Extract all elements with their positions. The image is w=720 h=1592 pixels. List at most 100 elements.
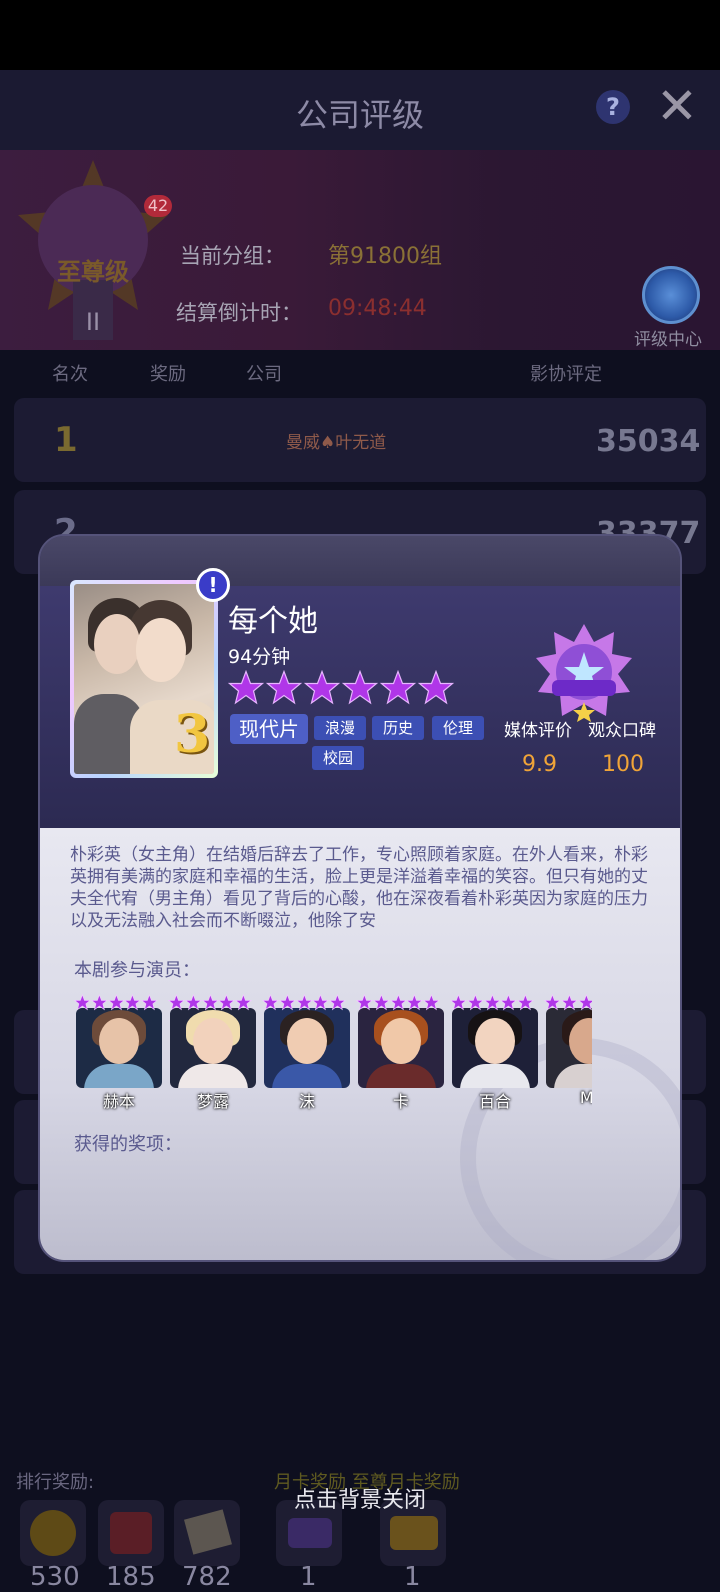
drama-synopsis[interactable]: 朴彩英（女主角）在结婚后辞去了工作，专心照顾着家庭。在外人看来，朴彩英拥有美满的…	[70, 844, 662, 930]
row-company-name: 曼威♠叶无道	[286, 433, 387, 453]
cast-star-rating	[356, 994, 440, 1012]
rank-badge-icon: 至尊级 II	[18, 160, 168, 340]
star-icon	[141, 994, 158, 1011]
reward-count: 782	[182, 1562, 232, 1592]
modal-body: 朴彩英（女主角）在结婚后辞去了工作，专心照顾着家庭。在外人看来，朴彩英拥有美满的…	[40, 828, 680, 1260]
star-icon	[423, 994, 440, 1011]
star-icon	[304, 670, 340, 705]
col-influence: 影协评定	[530, 364, 602, 385]
rank-tier: 至尊级	[57, 258, 129, 286]
table-row[interactable]: 1 曼威♠叶无道 35034	[14, 398, 706, 482]
cast-member-name: 百合	[478, 1092, 511, 1111]
cast-portrait	[452, 1008, 538, 1088]
star-icon	[266, 670, 302, 705]
star-icon	[107, 994, 125, 1011]
star-icon	[262, 994, 279, 1011]
cast-member-name: 卡	[392, 1092, 409, 1111]
alert-icon[interactable]: !	[196, 568, 230, 602]
star-icon	[184, 994, 202, 1011]
help-button[interactable]: ?	[596, 90, 630, 124]
cast-member-card[interactable]: 百合	[450, 994, 538, 1111]
cast-member-card[interactable]: 赫本	[74, 994, 162, 1111]
cast-member-name: 赫本	[102, 1092, 135, 1111]
genre-tag: 浪漫	[314, 716, 366, 740]
star-icon	[295, 994, 313, 1011]
drama-detail-modal: 3 ! 每个她 94分钟 现代片 浪漫 历史 伦理 校园 媒体评价 观众口碑 9…	[38, 534, 682, 1262]
audience-score-label: 观众口碑	[588, 721, 656, 741]
star-icon	[168, 994, 185, 1011]
star-icon	[500, 994, 518, 1011]
cast-member-name: Mi	[546, 1088, 592, 1107]
audience-score-value: 100	[602, 752, 644, 777]
col-rank: 名次	[52, 364, 88, 385]
rank-level: II	[86, 308, 100, 336]
cast-member-name: 沫	[298, 1092, 315, 1111]
cast-member-name: 梦露	[196, 1092, 229, 1111]
star-icon	[356, 994, 373, 1011]
drama-poster[interactable]: 3	[70, 580, 218, 778]
cast-star-rating	[74, 994, 158, 1012]
cast-member-card[interactable]: Mi	[544, 994, 592, 1107]
cast-label: 本剧参与演员：	[74, 960, 200, 981]
countdown-label: 结算倒计时：	[176, 301, 302, 325]
group-label: 当前分组：	[180, 244, 285, 268]
star-icon	[278, 994, 296, 1011]
award-emblem-icon	[536, 624, 632, 722]
modal-header	[40, 536, 680, 586]
star-icon	[235, 994, 252, 1011]
close-button[interactable]: ✕	[656, 80, 704, 132]
cast-portrait	[264, 1008, 350, 1088]
rating-center-icon[interactable]	[642, 266, 700, 324]
cast-member-card[interactable]: 沫	[262, 994, 350, 1111]
rating-center-label[interactable]: 评级中心	[634, 325, 702, 350]
star-icon	[544, 994, 561, 1011]
close-hint[interactable]: 点击背景关闭	[0, 1482, 720, 1514]
cast-portrait	[76, 1008, 162, 1088]
reward-count: 1	[404, 1562, 421, 1592]
star-icon	[124, 994, 142, 1011]
poster-number: 3	[174, 704, 211, 765]
star-icon	[577, 994, 592, 1011]
star-icon	[389, 994, 407, 1011]
cast-star-rating	[544, 994, 592, 1012]
row-rank: 1	[54, 420, 78, 460]
star-icon	[380, 670, 416, 705]
cast-portrait	[546, 1008, 592, 1088]
cast-star-rating	[450, 994, 534, 1012]
star-icon	[466, 994, 484, 1011]
status-bar	[0, 0, 720, 70]
rank-badge-count: 42	[144, 195, 172, 217]
star-icon	[560, 994, 578, 1011]
genre-badge: 现代片	[230, 714, 308, 744]
drama-duration: 94分钟	[228, 646, 291, 668]
star-icon	[312, 994, 330, 1011]
reward-count: 185	[106, 1562, 156, 1592]
cast-list[interactable]: 赫本 梦露 沫 卡 百合 Mi	[74, 994, 592, 1114]
reward-count: 1	[300, 1562, 317, 1592]
row-score: 35034	[596, 424, 701, 459]
genre-tag: 校园	[312, 746, 364, 770]
group-value: 第91800组	[328, 244, 442, 269]
star-icon	[329, 994, 346, 1011]
top-bar: 公司评级 ? ✕	[0, 70, 720, 150]
cast-star-rating	[262, 994, 346, 1012]
star-icon	[342, 670, 378, 705]
reward-count: 530	[30, 1562, 80, 1592]
media-score-label: 媒体评价	[504, 721, 572, 741]
cast-portrait	[358, 1008, 444, 1088]
star-icon	[406, 994, 424, 1011]
cast-portrait	[170, 1008, 256, 1088]
star-icon	[483, 994, 501, 1011]
col-reward: 奖励	[150, 364, 186, 385]
star-icon	[90, 994, 108, 1011]
star-icon	[201, 994, 219, 1011]
drama-star-rating	[228, 670, 454, 706]
drama-title: 每个她	[228, 604, 318, 639]
cast-member-card[interactable]: 梦露	[168, 994, 256, 1111]
star-icon	[228, 670, 264, 705]
star-icon	[517, 994, 534, 1011]
countdown-value: 09:48:44	[328, 296, 427, 321]
col-company: 公司	[246, 364, 282, 385]
cast-member-card[interactable]: 卡	[356, 994, 444, 1111]
star-icon	[218, 994, 236, 1011]
